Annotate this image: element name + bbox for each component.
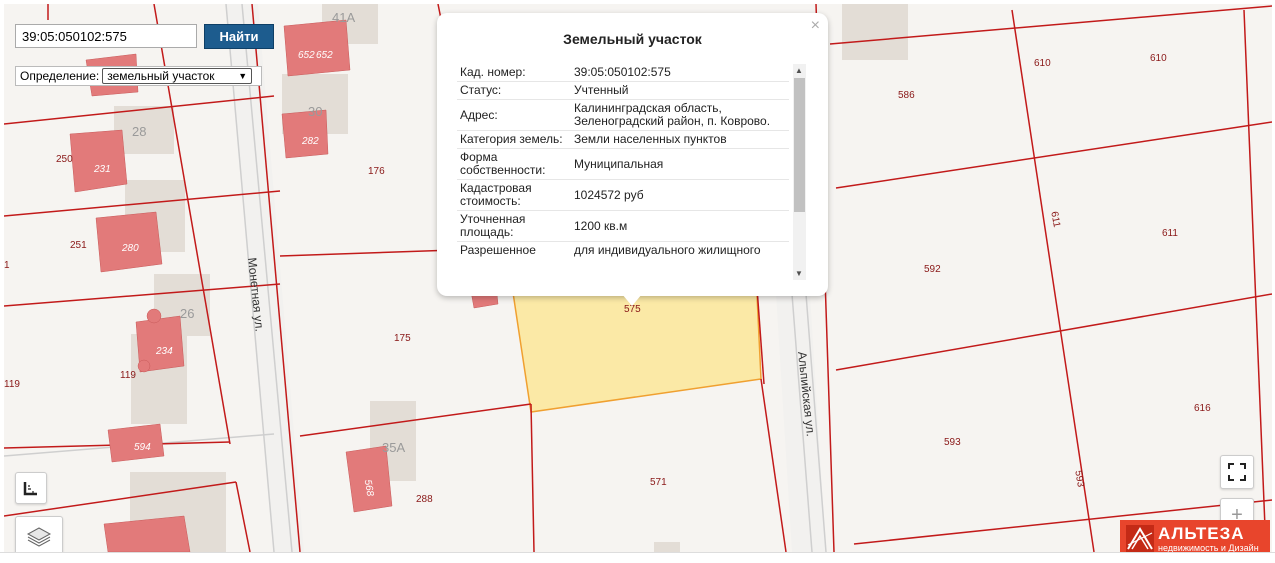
logo-tagline: недвижимость и Дизайн <box>1158 542 1259 553</box>
popup-title: Земельный участок <box>563 31 702 47</box>
attr-value: Земли населенных пунктов <box>571 130 789 149</box>
attr-value: 39:05:050102:575 <box>571 64 789 82</box>
fullscreen-icon <box>1228 463 1246 481</box>
attr-key: Разрешенное <box>460 243 536 257</box>
building-label-594: 594 <box>134 442 151 453</box>
table-row: Категория земель: Земли населенных пункто… <box>457 130 789 149</box>
attr-key: Адрес: <box>457 99 571 131</box>
parcel-label-611b: 611 <box>1162 228 1178 239</box>
parcel-label-1: 1 <box>4 260 10 271</box>
table-row: Кадастровая стоимость: 1024572 руб <box>457 179 789 211</box>
scroll-down-icon[interactable]: ▼ <box>795 269 803 278</box>
house-number-30: 30 <box>308 104 322 119</box>
attr-value: Учтенный <box>571 81 789 100</box>
table-row: Форма собственности: Муниципальная <box>457 148 789 180</box>
building-231 <box>69 129 128 193</box>
attr-value: Калининградская область, Зеленоградский … <box>571 99 789 131</box>
parcel-label-610b: 610 <box>1150 53 1167 64</box>
attr-value: 1200 кв.м <box>571 210 789 242</box>
parcel-info-popup: × Земельный участок Кад. номер: 39:05:050… <box>437 13 828 296</box>
table-row: Кад. номер: 39:05:050102:575 <box>457 64 789 82</box>
cadastral-search-input[interactable] <box>15 24 197 48</box>
table-row: Уточненная площадь: 1200 кв.м <box>457 210 789 242</box>
house-number-26: 26 <box>180 306 194 321</box>
attr-key: Форма собственности: <box>457 148 571 180</box>
fullscreen-button[interactable] <box>1220 455 1254 489</box>
parcel-label-251: 251 <box>70 240 87 251</box>
attr-value: для индивидуального жилищного <box>574 243 761 257</box>
parcel-label-611a: 611 <box>1048 211 1062 229</box>
alpiyskaya-street-area <box>776 294 826 552</box>
table-row: Адрес: Калининградская область, Зеленогра… <box>457 99 789 131</box>
parcel-attributes-table: Кад. номер: 39:05:050102:575 Статус: Учтен… <box>457 64 789 259</box>
parcel-label-616: 616 <box>1194 403 1211 414</box>
building-label-652a: 652 <box>298 50 315 61</box>
parcel-label-571: 571 <box>650 477 667 488</box>
attr-key: Статус: <box>457 81 571 100</box>
attr-key: Кад. номер: <box>457 64 571 82</box>
popup-pointer <box>622 294 642 306</box>
building-bottom <box>103 515 191 552</box>
ruler-button[interactable] <box>15 472 47 504</box>
parcel-label-119b: 119 <box>120 370 136 381</box>
house-number-35a: 35А <box>382 440 405 455</box>
parcel-label-592: 592 <box>924 264 941 275</box>
parcel-label-593a: 593 <box>944 437 961 448</box>
attr-key: Категория земель: <box>457 130 571 149</box>
chevron-down-icon: ▼ <box>238 71 248 81</box>
logo-name: АЛЬТЕЗА <box>1158 523 1245 543</box>
attr-value: 1024572 руб <box>571 179 789 211</box>
logo-mark-icon <box>1126 524 1154 553</box>
building-652 <box>283 19 351 77</box>
building-label-231: 231 <box>93 164 111 175</box>
parcel-label-250: 250 <box>56 154 73 165</box>
popup-scrollbar[interactable]: ▲ ▼ <box>793 64 806 280</box>
scroll-up-icon[interactable]: ▲ <box>795 66 803 75</box>
definition-selected-value: земельный участок <box>107 69 215 83</box>
table-row: Статус: Учтенный <box>457 81 789 100</box>
parcel-label-176: 176 <box>368 166 385 177</box>
parcel-label-610a: 610 <box>1034 58 1051 69</box>
parcel-label-119a: 119 <box>4 379 20 390</box>
house-number-28: 28 <box>132 124 146 139</box>
building-label-280: 280 <box>121 243 139 254</box>
definition-row: Определение: земельный участок ▼ <box>15 66 262 86</box>
bottom-border <box>0 552 1275 563</box>
building-label-282: 282 <box>301 136 319 147</box>
ruler-icon <box>23 482 37 496</box>
table-row: Разрешенное для индивидуального жилищного <box>457 242 789 260</box>
parcel-label-593b: 593 <box>1072 470 1086 489</box>
parcel-label-586: 586 <box>898 90 915 101</box>
layers-icon <box>26 527 52 547</box>
building-label-234: 234 <box>155 346 173 357</box>
parcel-label-288: 288 <box>416 494 433 505</box>
building-label-652b: 652 <box>316 50 333 61</box>
building-280 <box>95 211 163 273</box>
house-number-41a: 41А <box>332 10 355 25</box>
definition-select[interactable]: земельный участок ▼ <box>102 68 253 84</box>
attr-key: Кадастровая стоимость: <box>457 179 571 211</box>
definition-label: Определение: <box>20 69 100 83</box>
scrollbar-thumb[interactable] <box>794 78 805 212</box>
parcel-label-175: 175 <box>394 333 411 344</box>
attr-key: Уточненная площадь: <box>457 210 571 242</box>
attr-value: Муниципальная <box>571 148 789 180</box>
search-button[interactable]: Найти <box>204 24 274 49</box>
